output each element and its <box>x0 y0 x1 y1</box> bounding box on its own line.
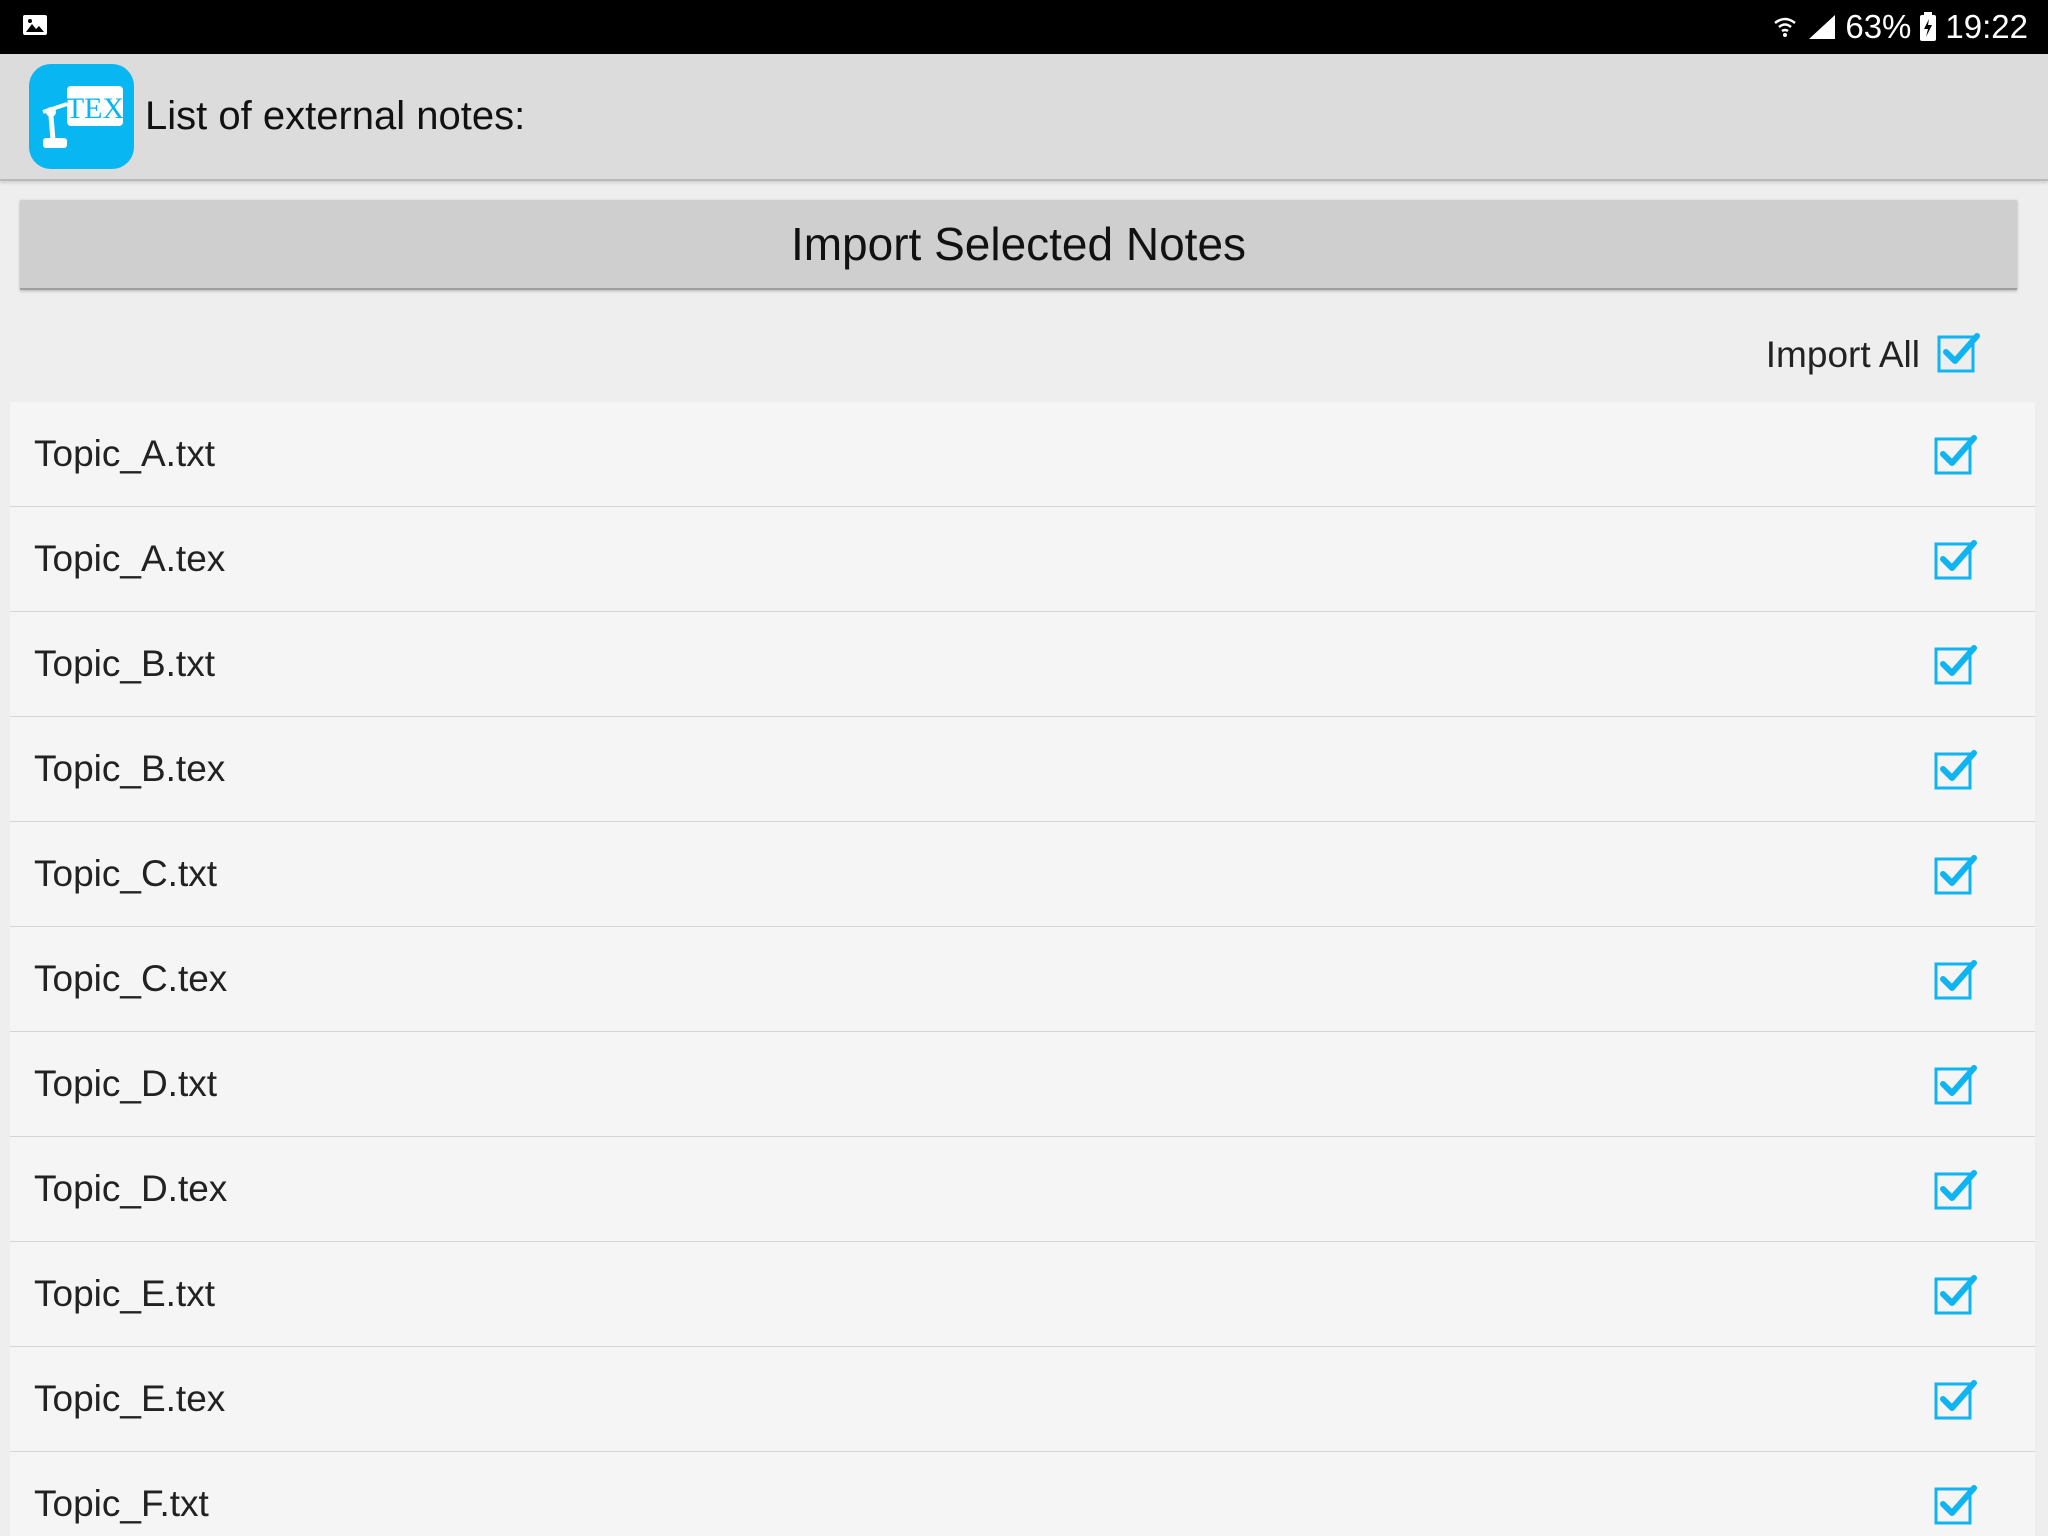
list-item[interactable]: Topic_C.tex <box>10 927 2035 1032</box>
note-filename: Topic_E.tex <box>34 1378 226 1419</box>
note-filename: Topic_B.txt <box>34 643 215 684</box>
note-filename: Topic_A.txt <box>34 433 215 474</box>
page-title: List of external notes: <box>145 94 526 138</box>
note-filename: Topic_A.tex <box>34 538 226 579</box>
note-filename: Topic_E.txt <box>34 1273 215 1314</box>
note-checkbox[interactable] <box>1933 1167 1977 1211</box>
note-checkbox[interactable] <box>1933 537 1977 581</box>
import-all-checkbox[interactable] <box>1936 330 1980 374</box>
list-item[interactable]: Topic_E.tex <box>10 1347 2035 1452</box>
app-logo-icon: TEX <box>29 64 134 169</box>
wifi-icon <box>1774 17 1797 37</box>
import-all-row: Import All <box>0 310 2048 400</box>
note-filename: Topic_D.tex <box>34 1168 228 1209</box>
tex-robot-logo: TEX <box>42 86 125 148</box>
image-notification-icon <box>23 15 47 35</box>
battery-percent: 63% <box>1845 8 1912 45</box>
list-item[interactable]: Topic_A.tex <box>10 507 2035 612</box>
note-checkbox[interactable] <box>1933 957 1977 1001</box>
note-filename: Topic_C.tex <box>34 958 228 999</box>
list-item[interactable]: Topic_B.txt <box>10 612 2035 717</box>
app-bar: TEX List of external notes: <box>0 54 2048 181</box>
note-checkbox[interactable] <box>1933 1272 1977 1316</box>
list-item[interactable]: Topic_D.txt <box>10 1032 2035 1137</box>
note-checkbox[interactable] <box>1933 852 1977 896</box>
note-checkbox[interactable] <box>1933 747 1977 791</box>
note-filename: Topic_F.txt <box>34 1483 209 1524</box>
signal-icon <box>1809 15 1836 39</box>
clock: 19:22 <box>1945 8 2028 45</box>
list-item[interactable]: Topic_E.txt <box>10 1242 2035 1347</box>
note-checkbox[interactable] <box>1933 1377 1977 1421</box>
list-item[interactable]: Topic_F.txt <box>10 1452 2035 1536</box>
note-filename: Topic_C.txt <box>34 853 218 894</box>
import-selected-notes-button[interactable]: Import Selected Notes <box>20 200 2017 290</box>
list-item[interactable]: Topic_B.tex <box>10 717 2035 822</box>
status-icons: 63% 19:22 <box>1771 0 2028 54</box>
battery-charging-icon <box>1920 12 1937 41</box>
list-item[interactable]: Topic_C.txt <box>10 822 2035 927</box>
import-all-label: Import All <box>1765 334 1920 375</box>
list-item[interactable]: Topic_A.txt <box>10 402 2035 507</box>
note-checkbox[interactable] <box>1933 1482 1977 1526</box>
notes-list: Topic_A.txt Topic_A.tex Topic_B.txt Topic_B… <box>10 402 2035 1536</box>
note-checkbox[interactable] <box>1933 1062 1977 1106</box>
list-item[interactable]: Topic_D.tex <box>10 1137 2035 1242</box>
note-filename: Topic_D.txt <box>34 1063 218 1104</box>
note-filename: Topic_B.tex <box>34 748 226 789</box>
note-checkbox[interactable] <box>1933 432 1977 476</box>
logo-text: TEX <box>66 92 125 125</box>
status-bar: 63% 19:22 <box>0 0 2048 54</box>
note-checkbox[interactable] <box>1933 642 1977 686</box>
